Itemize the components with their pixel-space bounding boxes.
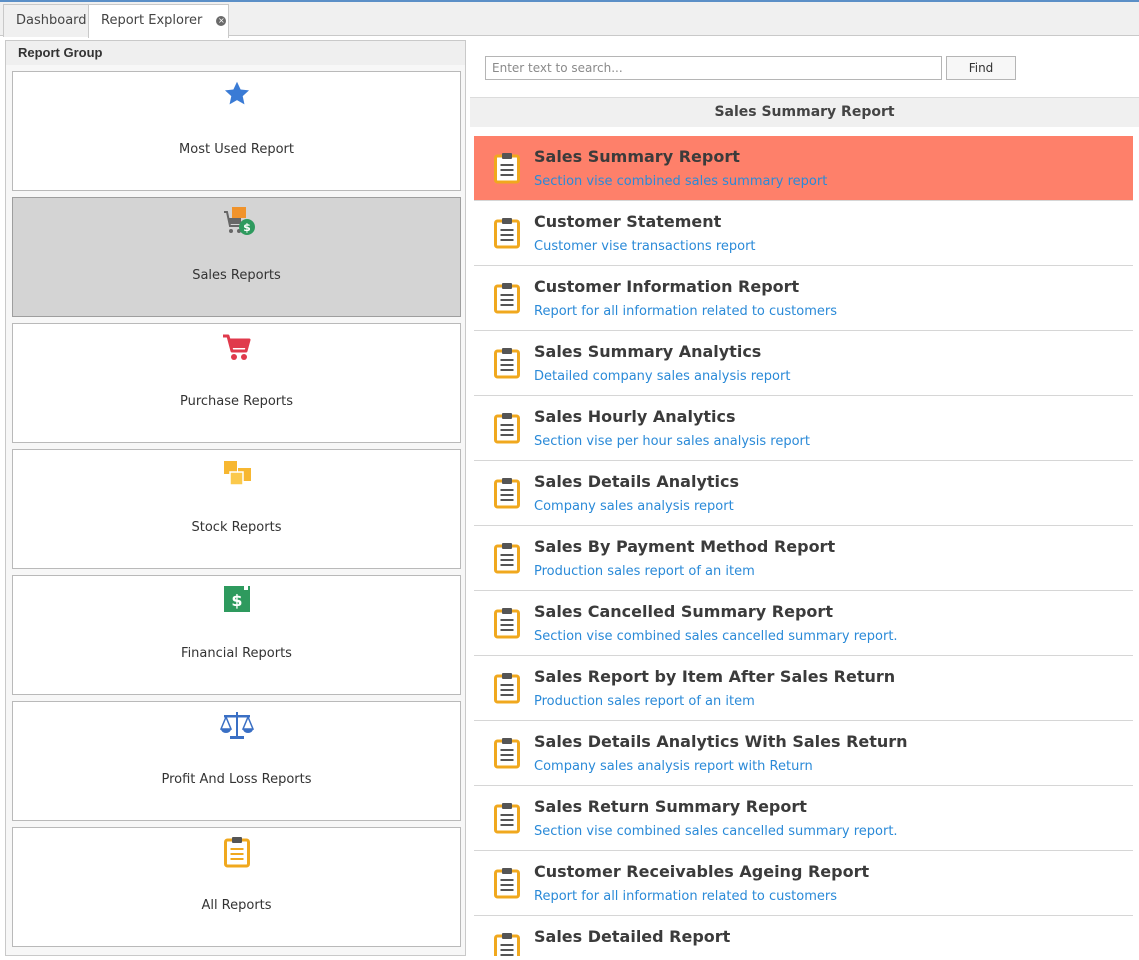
clipboard-icon (494, 607, 520, 639)
star-icon (13, 80, 460, 114)
report-item-sales-by-payment-method-report[interactable]: Sales By Payment Method Report Productio… (474, 526, 1133, 591)
clipboard-icon (494, 932, 520, 956)
report-item-sales-return-summary-report[interactable]: Sales Return Summary Report Section vise… (474, 786, 1133, 851)
clipboard-icon (494, 737, 520, 769)
report-item-customer-receivables-ageing-report[interactable]: Customer Receivables Ageing Report Repor… (474, 851, 1133, 916)
svg-text:$: $ (231, 591, 242, 610)
shopping-cart-icon (13, 332, 460, 366)
group-purchase-reports[interactable]: Purchase Reports (12, 323, 461, 443)
tab-report-explorer-label: Report Explorer (101, 13, 203, 28)
report-description: Section vise per hour sales analysis rep… (534, 434, 811, 449)
report-description: Report for all information related to cu… (534, 304, 838, 319)
report-explorer-panel: Find Sales Summary Report Sales Summary … (470, 40, 1139, 956)
report-description: Customer vise transactions report (534, 239, 756, 254)
dollar-book-icon: $ (13, 584, 460, 618)
report-title-text: Customer Information Report (534, 277, 800, 296)
clipboard-icon (494, 672, 520, 704)
report-title-text: Sales Report by Item After Sales Return (534, 667, 896, 686)
clipboard-icon (494, 347, 520, 379)
report-title-text: Sales Summary Analytics (534, 342, 762, 361)
report-item-sales-cancelled-summary-report[interactable]: Sales Cancelled Summary Report Section v… (474, 591, 1133, 656)
group-financial-reports[interactable]: $ Financial Reports (12, 575, 461, 695)
group-sales-reports[interactable]: $ Sales Reports (12, 197, 461, 317)
report-list: Sales Summary Report Section vise combin… (474, 136, 1133, 956)
report-title-text: Sales Details Analytics (534, 472, 740, 491)
report-title-text: Sales Details Analytics With Sales Retur… (534, 732, 908, 751)
close-tab-icon[interactable]: × (216, 16, 227, 26)
clipboard-icon (494, 542, 520, 574)
report-description: Production sales report of an item (534, 694, 755, 709)
clipboard-icon (494, 282, 520, 314)
search-input[interactable] (485, 56, 942, 80)
clipboard-icon (494, 152, 520, 184)
clipboard-icon (494, 217, 520, 249)
sales-cart-dollar-icon: $ (13, 206, 460, 240)
report-description: Report for all information related to cu… (534, 889, 838, 904)
report-title: Sales Summary Report (470, 97, 1139, 127)
report-item-customer-statement[interactable]: Customer Statement Customer vise transac… (474, 201, 1133, 266)
report-description: Company sales analysis report (534, 499, 734, 514)
report-description: Section vise combined sales cancelled su… (534, 824, 898, 839)
report-item-sales-summary-report[interactable]: Sales Summary Report Section vise combin… (474, 136, 1133, 201)
group-all-reports[interactable]: All Reports (12, 827, 461, 947)
clipboard-icon (494, 867, 520, 899)
tab-report-explorer[interactable]: Report Explorer × (88, 4, 229, 38)
find-button[interactable]: Find (946, 56, 1016, 80)
group-label: Purchase Reports (179, 394, 294, 409)
clipboard-icon (494, 477, 520, 509)
group-label: All Reports (201, 898, 272, 913)
report-title-text: Sales Summary Report (534, 147, 740, 166)
report-item-customer-information-report[interactable]: Customer Information Report Report for a… (474, 266, 1133, 331)
group-profit-and-loss-reports[interactable]: Profit And Loss Reports (12, 701, 461, 821)
svg-text:$: $ (243, 221, 251, 234)
report-title-text: Customer Receivables Ageing Report (534, 862, 870, 881)
boxes-icon (13, 458, 460, 492)
report-title-text: Sales Detailed Report (534, 927, 731, 946)
group-most-used-report[interactable]: Most Used Report (12, 71, 461, 191)
tab-dashboard[interactable]: Dashboard (3, 4, 89, 37)
report-group-header: Report Group (6, 41, 465, 65)
report-title-text: Sales Cancelled Summary Report (534, 602, 833, 621)
tab-bar: Dashboard Report Explorer × (0, 0, 1139, 38)
report-description: Detailed company sales analysis report (534, 369, 791, 384)
report-item-sales-summary-analytics[interactable]: Sales Summary Analytics Detailed company… (474, 331, 1133, 396)
report-title-text: Sales By Payment Method Report (534, 537, 836, 556)
clipboard-icon (494, 802, 520, 834)
report-description: Production sales report of an item (534, 564, 755, 579)
report-title-text: Sales Return Summary Report (534, 797, 807, 816)
report-item-sales-hourly-analytics[interactable]: Sales Hourly Analytics Section vise per … (474, 396, 1133, 461)
report-description: Section vise combined sales cancelled su… (534, 629, 898, 644)
report-group-panel: Report Group Most Used Report $ Sales Re… (5, 40, 466, 956)
report-item-sales-report-by-item-after-sales-return[interactable]: Sales Report by Item After Sales Return … (474, 656, 1133, 721)
report-item-sales-detailed-report[interactable]: Sales Detailed Report (474, 916, 1133, 956)
group-label: Sales Reports (192, 268, 281, 283)
balance-scale-icon (13, 710, 460, 744)
report-item-sales-details-analytics[interactable]: Sales Details Analytics Company sales an… (474, 461, 1133, 526)
group-label: Profit And Loss Reports (161, 772, 312, 787)
group-stock-reports[interactable]: Stock Reports (12, 449, 461, 569)
clipboard-icon (13, 836, 460, 870)
group-label: Stock Reports (191, 520, 282, 535)
report-item-sales-details-analytics-with-sales-return[interactable]: Sales Details Analytics With Sales Retur… (474, 721, 1133, 786)
group-label: Most Used Report (179, 142, 294, 157)
report-description: Company sales analysis report with Retur… (534, 759, 813, 774)
report-description: Section vise combined sales summary repo… (534, 174, 828, 189)
tab-dashboard-label: Dashboard (16, 13, 87, 28)
report-title-text: Sales Hourly Analytics (534, 407, 736, 426)
group-label: Financial Reports (181, 646, 292, 661)
clipboard-icon (494, 412, 520, 444)
report-title-text: Customer Statement (534, 212, 722, 231)
